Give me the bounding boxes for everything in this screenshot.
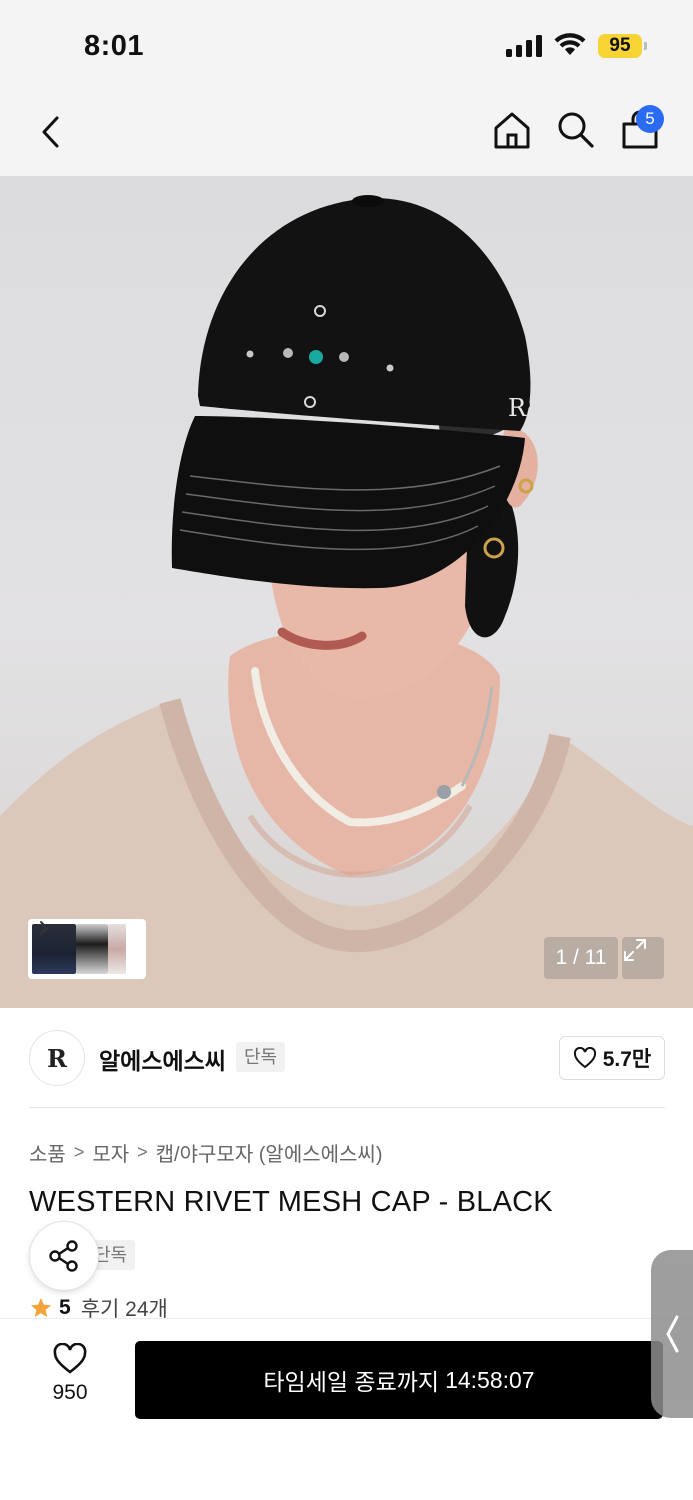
cart-count-badge: 5 <box>636 105 664 133</box>
expand-icon <box>624 939 646 961</box>
breadcrumb-item[interactable]: 캡/야구모자 (알에스에스씨) <box>156 1138 383 1167</box>
product-image-gallery[interactable]: R 1 / 11 <box>0 176 693 1008</box>
brand-like-count: 5.7만 <box>602 1048 652 1071</box>
svg-text:R: R <box>508 394 527 422</box>
search-button[interactable] <box>554 108 598 152</box>
chevron-right-icon: > <box>73 1142 85 1162</box>
back-icon <box>42 116 59 148</box>
status-time: 8:01 <box>84 30 145 62</box>
rating-score: 5 <box>59 1296 71 1319</box>
brand-name[interactable]: 알에스에스씨 <box>99 1042 226 1076</box>
side-drawer-handle[interactable] <box>651 1250 693 1418</box>
divider <box>29 1107 665 1108</box>
search-icon <box>558 112 594 148</box>
bottom-action-bar: 950 타임세일 종료까지 14:58:07 <box>0 1318 693 1500</box>
share-icon <box>49 1240 78 1272</box>
image-page-counter: 1 / 11 <box>544 937 618 979</box>
brand-exclusive-tag: 단독 <box>236 1042 286 1072</box>
wifi-icon <box>554 33 586 55</box>
wishlist-button[interactable]: 950 <box>30 1343 110 1413</box>
status-bar: 8:01 95 <box>0 0 693 90</box>
share-button[interactable] <box>29 1221 99 1291</box>
review-count[interactable]: 후기 24개 <box>81 1296 168 1320</box>
breadcrumb-item[interactable]: 모자 <box>92 1138 129 1167</box>
brand-row: R 알에스에스씨 단독 5.7만 <box>0 1008 693 1108</box>
cta-countdown: 14:58:07 <box>445 1366 535 1393</box>
thumbnail-strip[interactable] <box>28 919 146 979</box>
heart-icon <box>573 1047 596 1069</box>
breadcrumb: 소품 > 모자 > 캡/야구모자 (알에스에스씨) <box>29 1138 383 1167</box>
brand-logo[interactable]: R <box>29 1030 85 1086</box>
top-nav-bar: 5 <box>0 90 693 176</box>
rating-row[interactable]: 5 후기 24개 <box>29 1296 168 1320</box>
back-button[interactable] <box>30 110 70 154</box>
wishlist-count: 950 <box>52 1381 88 1404</box>
chevron-left-icon <box>666 1315 679 1353</box>
product-title: WESTERN RIVET MESH CAP - BLACK <box>29 1186 553 1218</box>
time-sale-button[interactable]: 타임세일 종료까지 14:58:07 <box>135 1341 663 1419</box>
heart-icon <box>53 1343 87 1374</box>
home-button[interactable] <box>490 108 534 152</box>
product-photo: R <box>0 195 693 1008</box>
chevron-right-icon: > <box>137 1142 148 1162</box>
cellular-signal-icon <box>506 35 542 57</box>
battery-indicator: 95 <box>598 34 642 58</box>
battery-cap <box>644 42 647 50</box>
breadcrumb-item[interactable]: 소품 <box>29 1138 66 1167</box>
chevron-right-icon <box>40 921 49 935</box>
thumbnail-2[interactable] <box>76 924 108 974</box>
expand-image-button[interactable] <box>622 937 664 979</box>
star-icon <box>31 1298 51 1317</box>
brand-like-button[interactable]: 5.7만 <box>559 1036 665 1080</box>
cta-label: 타임세일 종료까지 <box>263 1369 440 1395</box>
thumbnail-3[interactable] <box>108 924 126 974</box>
home-icon <box>494 112 530 149</box>
